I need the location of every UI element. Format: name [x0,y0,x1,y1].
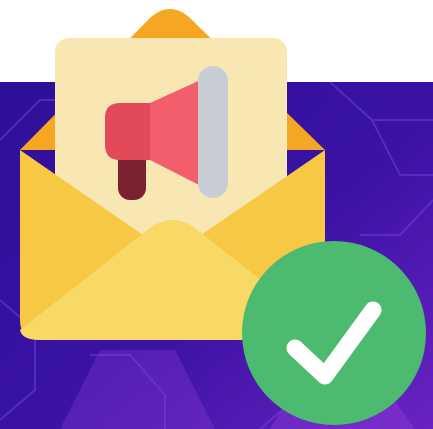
checkmark-icon [242,241,426,425]
illustration [0,0,433,429]
illustration-canvas [0,9,433,429]
